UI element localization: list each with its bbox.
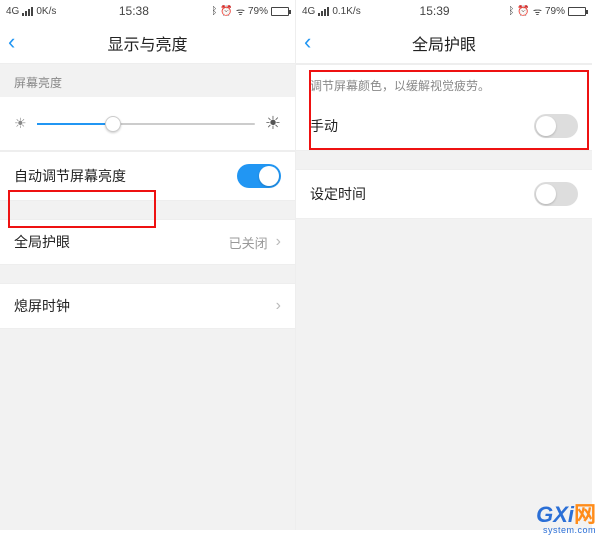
net-type: 4G <box>302 6 315 17</box>
net-type: 4G <box>6 6 19 17</box>
brightness-slider[interactable] <box>37 123 255 125</box>
status-right: ᛒ ⏰ ᯤ 79% <box>508 4 586 18</box>
watermark-sub: system.com <box>536 526 596 535</box>
battery-icon <box>568 7 586 16</box>
alarm-icon: ⏰ <box>517 6 529 17</box>
eye-protection-row[interactable]: 全局护眼 已关闭 › <box>0 219 295 265</box>
net-speed: 0.1K/s <box>332 6 360 17</box>
page-title: 全局护眼 <box>412 31 476 55</box>
manual-toggle[interactable] <box>534 114 578 138</box>
aod-clock-label: 熄屏时钟 <box>14 296 70 316</box>
sun-large-icon: ☀ <box>265 113 281 134</box>
status-left: 4G 0K/s <box>6 6 56 17</box>
bluetooth-icon: ᛒ <box>508 6 514 17</box>
auto-brightness-label: 自动调节屏幕亮度 <box>14 166 126 186</box>
brightness-section-label: 屏幕亮度 <box>0 64 295 97</box>
schedule-label: 设定时间 <box>310 184 366 204</box>
signal-icon <box>22 7 33 16</box>
watermark-brand: GXi <box>536 502 574 527</box>
signal-icon <box>318 7 329 16</box>
wifi-icon: ᯤ <box>236 4 245 18</box>
nav-bar: ‹ 显示与亮度 <box>0 22 295 64</box>
watermark-suffix: 网 <box>574 502 596 527</box>
aod-clock-row[interactable]: 熄屏时钟 › <box>0 283 295 329</box>
schedule-row: 设定时间 <box>296 169 592 219</box>
nav-bar: ‹ 全局护眼 <box>296 22 592 64</box>
phone-eye-protection: 4G 0.1K/s 15:39 ᛒ ⏰ ᯤ 79% ‹ 全局护眼 调节屏幕颜色，… <box>296 0 592 530</box>
page-title: 显示与亮度 <box>107 31 187 55</box>
eye-protection-status: 已关闭 <box>229 233 268 252</box>
eye-protection-hint: 调节屏幕颜色，以缓解视觉疲劳。 <box>296 64 592 102</box>
clock: 15:39 <box>420 4 450 18</box>
net-speed: 0K/s <box>36 6 56 17</box>
manual-label: 手动 <box>310 116 338 136</box>
slider-thumb[interactable] <box>105 116 121 132</box>
brightness-slider-row: ☀ ☀ <box>0 97 295 151</box>
battery-percent: 79% <box>545 6 565 17</box>
sun-small-icon: ☀ <box>14 115 27 132</box>
status-bar: 4G 0.1K/s 15:39 ᛒ ⏰ ᯤ 79% <box>296 0 592 22</box>
auto-brightness-toggle[interactable] <box>237 164 281 188</box>
status-bar: 4G 0K/s 15:38 ᛒ ⏰ ᯤ 79% <box>0 0 295 22</box>
back-button[interactable]: ‹ <box>304 32 324 52</box>
battery-icon <box>271 7 289 16</box>
manual-row: 手动 <box>296 102 592 151</box>
chevron-right-icon: › <box>276 297 281 315</box>
status-left: 4G 0.1K/s <box>302 6 361 17</box>
back-button[interactable]: ‹ <box>8 32 28 52</box>
status-right: ᛒ ⏰ ᯤ 79% <box>211 4 289 18</box>
phone-display-brightness: 4G 0K/s 15:38 ᛒ ⏰ ᯤ 79% ‹ 显示与亮度 屏幕亮度 ☀ ☀… <box>0 0 296 530</box>
watermark: GXi网 system.com <box>536 504 596 535</box>
schedule-toggle[interactable] <box>534 182 578 206</box>
clock: 15:38 <box>119 4 149 18</box>
eye-protection-label: 全局护眼 <box>14 232 70 252</box>
chevron-right-icon: › <box>276 233 281 251</box>
bluetooth-icon: ᛒ <box>211 6 217 17</box>
auto-brightness-row: 自动调节屏幕亮度 <box>0 151 295 201</box>
battery-percent: 79% <box>248 6 268 17</box>
alarm-icon: ⏰ <box>220 6 232 17</box>
wifi-icon: ᯤ <box>533 4 542 18</box>
